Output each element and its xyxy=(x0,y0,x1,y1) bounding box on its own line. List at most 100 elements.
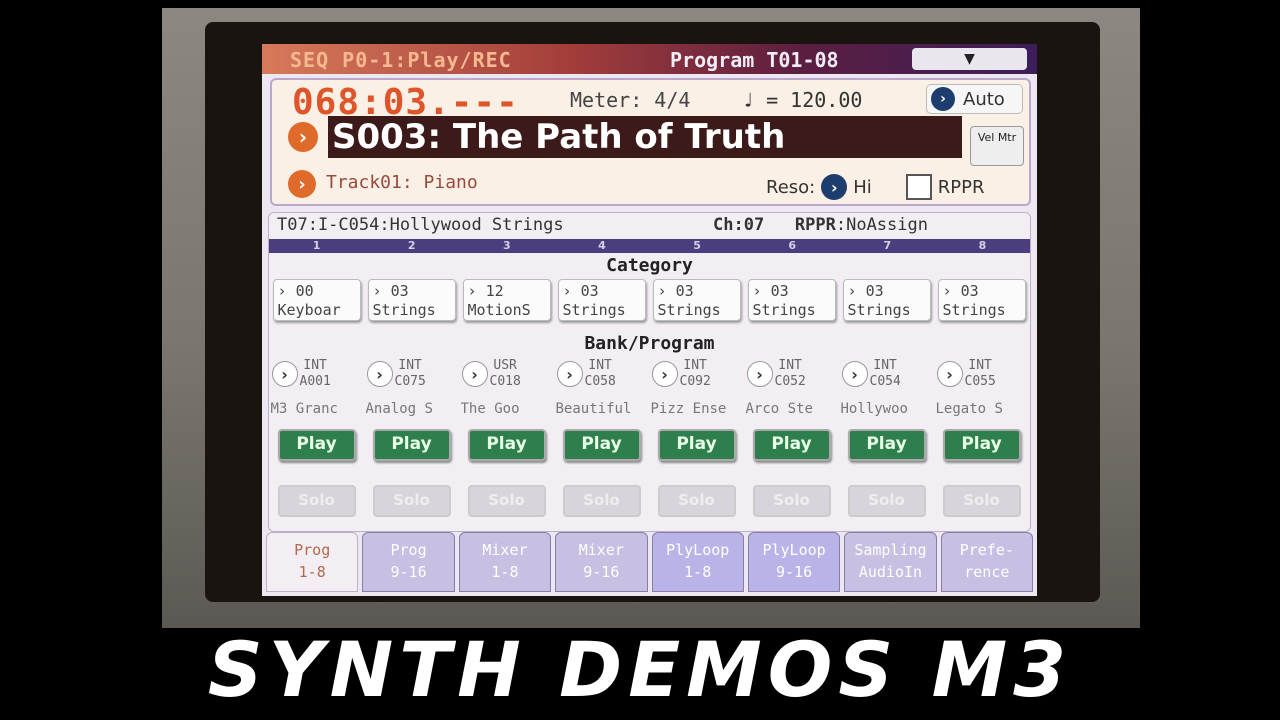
song-name[interactable]: S003: The Path of Truth xyxy=(328,116,962,158)
bank-select-arrow-icon[interactable]: › xyxy=(936,361,963,387)
solo-button[interactable]: Solo xyxy=(657,485,736,517)
meter-display[interactable]: Meter: 4/4 xyxy=(570,88,690,112)
bank-program-button[interactable]: › INT C075 xyxy=(366,355,457,393)
play-button[interactable]: Play xyxy=(942,429,1021,461)
song-select-arrow-icon[interactable]: › xyxy=(288,122,318,152)
category-number: › 00 xyxy=(278,282,360,301)
program-name: Legato S xyxy=(935,401,1003,417)
bank-select-arrow-icon[interactable]: › xyxy=(271,361,298,387)
velocity-meter-button[interactable]: Vel Mtr xyxy=(970,126,1024,166)
bank-name: USR xyxy=(493,358,517,373)
reso-value[interactable]: Hi xyxy=(853,177,872,198)
track-number: 4 xyxy=(598,239,606,252)
play-button[interactable]: Play xyxy=(657,429,736,461)
rppr-checkbox[interactable] xyxy=(905,174,932,200)
bank-program-row: › INT A001 › INT C075 › USR C018 › INT C058 › INT C092… xyxy=(269,355,1030,393)
solo-button[interactable]: Solo xyxy=(467,485,546,517)
solo-button[interactable]: Solo xyxy=(942,485,1021,517)
tempo-mode-button[interactable]: › Auto xyxy=(926,84,1023,114)
category-button[interactable]: › 03 Strings xyxy=(937,279,1026,321)
solo-cell: Solo xyxy=(649,485,744,517)
bank-program-cell: › INT A001 xyxy=(269,355,364,393)
bank-program-button[interactable]: › USR C018 xyxy=(461,355,552,393)
category-name: MotionS xyxy=(467,301,531,319)
bank-program-button[interactable]: › INT C058 xyxy=(556,355,647,393)
solo-button[interactable]: Solo xyxy=(562,485,641,517)
page-menu-button[interactable]: ▼ xyxy=(912,48,1027,70)
tab-5[interactable]: PlyLoop 9-16 xyxy=(747,532,841,592)
program-name-cell: Analog S xyxy=(364,401,459,417)
tab-label-line2: 1-8 xyxy=(684,563,712,581)
track-select-arrow-icon[interactable]: › xyxy=(288,170,316,198)
category-button[interactable]: › 03 Strings xyxy=(652,279,741,321)
tab-label-line2: 1-8 xyxy=(298,563,326,581)
bank-program-cell: › INT C092 xyxy=(649,355,744,393)
tab-1[interactable]: Prog 9-16 xyxy=(362,532,455,592)
category-number: › 03 xyxy=(373,282,455,301)
play-button[interactable]: Play xyxy=(277,429,356,461)
bank-program-button[interactable]: › INT C052 xyxy=(746,355,837,393)
category-number: › 03 xyxy=(943,282,1025,301)
tab-4[interactable]: PlyLoop 1-8 xyxy=(651,532,744,592)
chevron-right-icon: › xyxy=(562,282,581,300)
bank-program-text: INT C055 xyxy=(965,358,996,390)
bank-select-arrow-icon[interactable]: › xyxy=(366,361,393,387)
track-name[interactable]: Track01: Piano xyxy=(326,172,478,193)
play-cell: Play xyxy=(934,429,1029,461)
category-button[interactable]: › 03 Strings xyxy=(367,279,456,321)
tab-3[interactable]: Mixer 9-16 xyxy=(555,532,648,592)
tab-7[interactable]: Prefe-rence xyxy=(940,532,1033,592)
tab-0[interactable]: Prog 1-8 xyxy=(266,532,359,592)
rppr-assign-label: RPPR xyxy=(794,215,836,235)
tempo-display[interactable]: ♩ = 120.00 xyxy=(742,88,862,112)
title-bar: SEQ P0-1:Play/REC Program T01-08 ▼ xyxy=(262,44,1037,74)
bank-program-button[interactable]: › INT C092 xyxy=(651,355,742,393)
play-button[interactable]: Play xyxy=(562,429,641,461)
bank-program-cell: › INT C052 xyxy=(744,355,839,393)
bank-program-button[interactable]: › INT C055 xyxy=(936,355,1027,393)
bank-program-button[interactable]: › INT C054 xyxy=(841,355,932,393)
tab-label-line2: 9-16 xyxy=(776,563,813,581)
category-cell: › 03 Strings xyxy=(934,279,1029,321)
bank-select-arrow-icon[interactable]: › xyxy=(651,361,678,387)
solo-button[interactable]: Solo xyxy=(752,485,831,517)
program-name-cell: Legato S xyxy=(934,401,1029,417)
category-button[interactable]: › 00 Keyboar xyxy=(272,279,361,321)
track-number: 1 xyxy=(312,239,321,252)
play-button[interactable]: Play xyxy=(847,429,926,461)
bank-program-button[interactable]: › INT A001 xyxy=(271,355,362,393)
category-button[interactable]: › 03 Strings xyxy=(747,279,836,321)
bank-name: INT xyxy=(303,358,327,373)
bank-select-arrow-icon[interactable]: › xyxy=(746,361,773,387)
program-number: C092 xyxy=(679,374,711,389)
solo-button[interactable]: Solo xyxy=(847,485,926,517)
tab-label-line1: Mixer xyxy=(482,541,528,559)
bank-select-arrow-icon[interactable]: › xyxy=(461,361,488,387)
category-button[interactable]: › 03 Strings xyxy=(557,279,646,321)
category-heading: Category xyxy=(606,255,693,276)
bank-select-arrow-icon[interactable]: › xyxy=(556,361,583,387)
category-button[interactable]: › 03 Strings xyxy=(842,279,931,321)
solo-cell: Solo xyxy=(459,485,554,517)
program-name: Arco Ste xyxy=(745,401,813,417)
bank-program-text: INT C058 xyxy=(585,358,616,390)
category-number-value: 03 xyxy=(960,282,979,300)
song-select[interactable]: › S003: The Path of Truth xyxy=(288,116,968,160)
reso-arrow-icon[interactable]: › xyxy=(821,174,848,200)
tab-6[interactable]: Sampling AudioIn xyxy=(844,532,937,592)
solo-button[interactable]: Solo xyxy=(372,485,451,517)
play-button[interactable]: Play xyxy=(467,429,546,461)
bank-select-arrow-icon[interactable]: › xyxy=(841,361,868,387)
play-button[interactable]: Play xyxy=(752,429,831,461)
solo-cell: Solo xyxy=(554,485,649,517)
solo-button[interactable]: Solo xyxy=(277,485,356,517)
bank-program-text: INT A001 xyxy=(300,358,331,390)
program-name: M3 Granc xyxy=(270,401,338,417)
category-name: Strings xyxy=(562,301,626,319)
song-panel: 068:03.--- Meter: 4/4 ♩ = 120.00 › Auto … xyxy=(270,78,1031,206)
tab-2[interactable]: Mixer 1-8 xyxy=(458,532,552,592)
bank-name: INT xyxy=(398,358,422,373)
play-button[interactable]: Play xyxy=(372,429,451,461)
category-button[interactable]: › 12 MotionS xyxy=(462,279,551,321)
category-number-value: 03 xyxy=(770,282,789,300)
